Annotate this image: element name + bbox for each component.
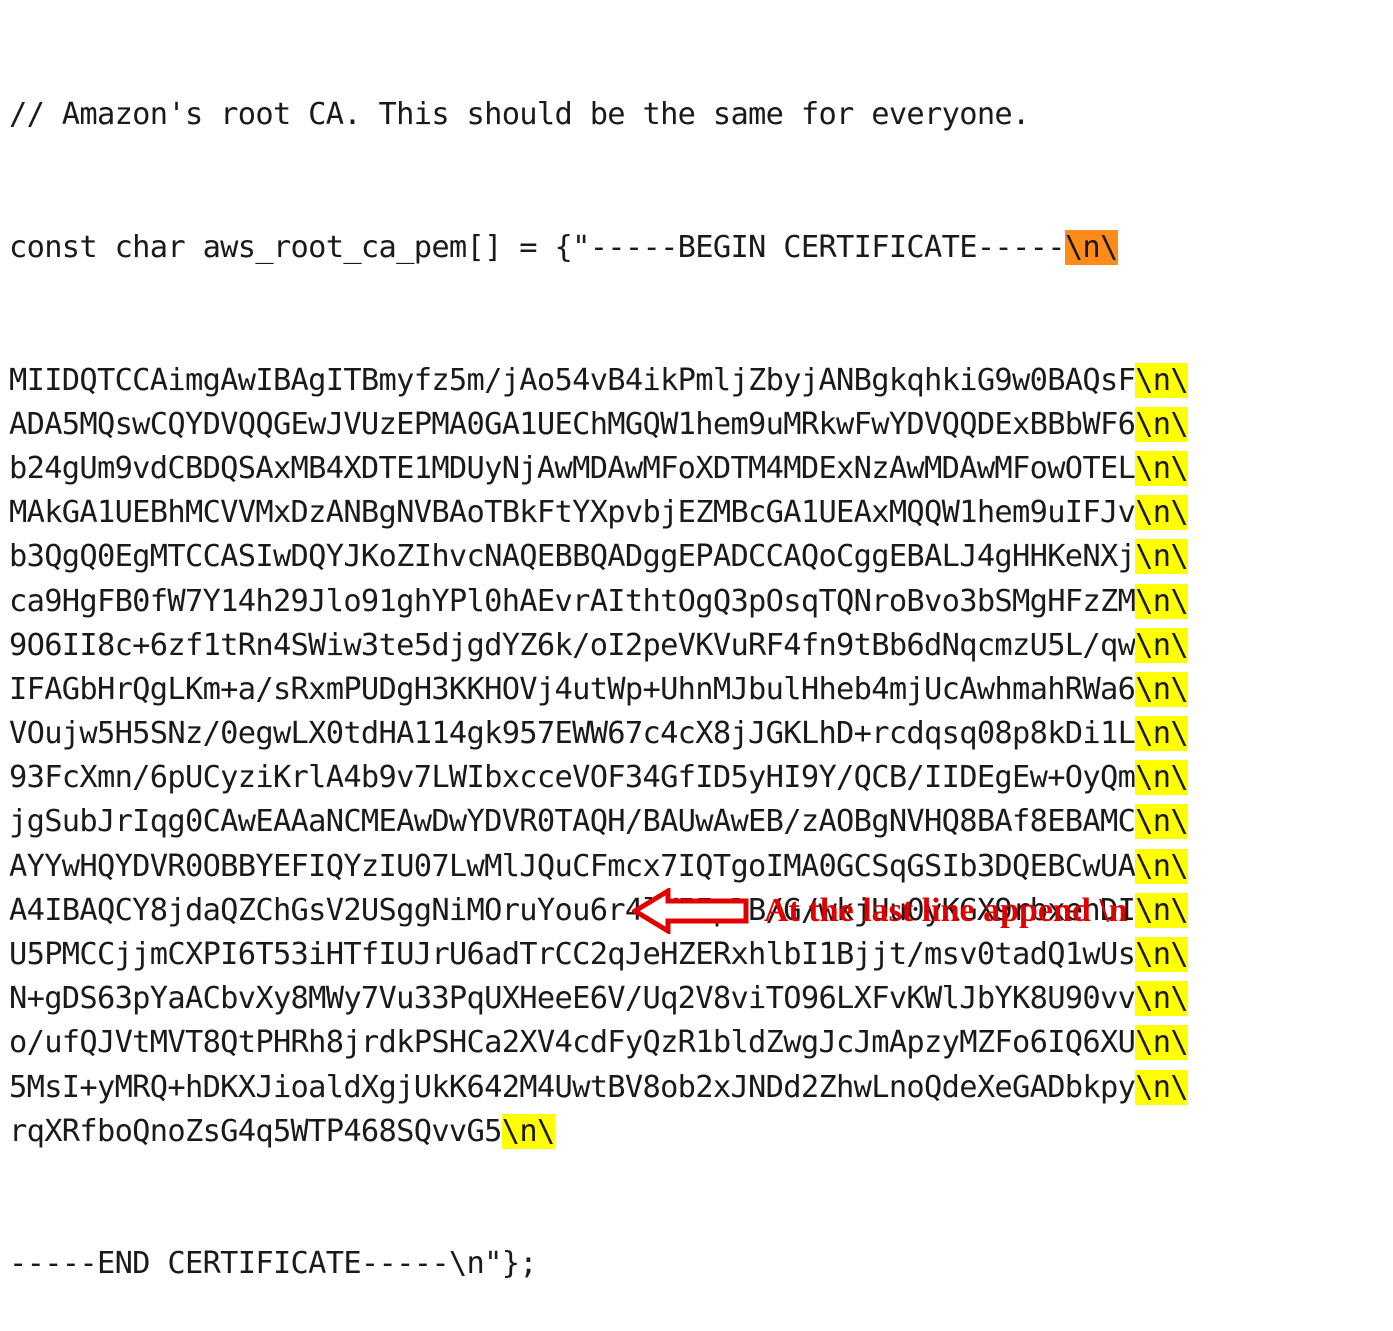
certificate-line-text: 93FcXmn/6pUCyziKrlA4b9v7LWIbxcceVOF34GfI…: [9, 760, 1136, 796]
newline-escape-highlight: \n\: [1135, 495, 1189, 531]
newline-escape-highlight: \n\: [1135, 760, 1189, 796]
certificate-line: N+gDS63pYaACbvXy8MWy7Vu33PqUXHeeE6V/Uq2V…: [9, 977, 1189, 1021]
certificate-line-text: b24gUm9vdCBDQSAxMB4XDTE1MDUyNjAwMDAwMFoX…: [9, 450, 1136, 486]
newline-escape-highlight: \n\: [1064, 230, 1118, 265]
newline-escape-highlight: \n\: [1135, 804, 1189, 840]
certificate-line: ca9HgFB0fW7Y14h29Jlo91ghYPl0hAEvrAIthtOg…: [9, 580, 1189, 624]
certificate-body: MIIDQTCCAimgAwIBAgITBmyfz5m/jAo54vB4ikPm…: [9, 359, 1189, 1154]
certificate-line: MIIDQTCCAimgAwIBAgITBmyfz5m/jAo54vB4ikPm…: [9, 359, 1189, 403]
certificate-line-text: 5MsI+yMRQ+hDKXJioaldXgjUkK642M4UwtBV8ob2…: [9, 1069, 1136, 1105]
certificate-line: IFAGbHrQgLKm+a/sRxmPUDgH3KKHOVj4utWp+Uhn…: [9, 668, 1189, 712]
certificate-line: AYYwHQYDVR0OBBYEFIQYzIU07LwMlJQuCFmcx7IQ…: [9, 845, 1189, 889]
newline-escape-highlight: \n\: [1135, 716, 1189, 752]
code-declaration: const char aws_root_ca_pem[] = {"-----BE…: [9, 230, 1066, 265]
certificate-line-text: b3QgQ0EgMTCCASIwDQYJKoZIhvcNAQEBBQADggEP…: [9, 539, 1136, 575]
certificate-line: rqXRfboQnoZsG4q5WTP468SQvvG5\n\: [9, 1110, 1188, 1154]
newline-escape-highlight: \n\: [1135, 539, 1189, 575]
certificate-line-text: rqXRfboQnoZsG4q5WTP468SQvvG5: [9, 1113, 502, 1149]
code-end-text: -----END CERTIFICATE-----\n"};: [9, 1246, 538, 1282]
certificate-line: jgSubJrIqg0CAwEAAaNCMEAwDwYDVR0TAQH/BAUw…: [9, 800, 1189, 844]
code-comment: // Amazon's root CA. This should be the …: [9, 97, 1030, 133]
code-comment-line: // Amazon's root CA. This should be the …: [9, 93, 1188, 137]
code-declaration-line: const char aws_root_ca_pem[] = {"-----BE…: [9, 226, 1188, 270]
certificate-line-text: MAkGA1UEBhMCVVMxDzANBgNVBAoTBkFtYXpvbjEZ…: [9, 495, 1136, 531]
certificate-line: o/ufQJVtMVT8QtPHRh8jrdkPSHCa2XV4cdFyQzR1…: [9, 1021, 1189, 1065]
certificate-line: 93FcXmn/6pUCyziKrlA4b9v7LWIbxcceVOF34GfI…: [9, 756, 1189, 800]
annotation-callout: At the last line append \n: [632, 887, 1128, 935]
certificate-line-text: MIIDQTCCAimgAwIBAgITBmyfz5m/jAo54vB4ikPm…: [9, 362, 1136, 398]
certificate-line: 5MsI+yMRQ+hDKXJioaldXgjUkK642M4UwtBV8ob2…: [9, 1066, 1189, 1110]
newline-escape-highlight: \n\: [1135, 406, 1189, 442]
certificate-line-text: AYYwHQYDVR0OBBYEFIQYzIU07LwMlJQuCFmcx7IQ…: [9, 848, 1136, 884]
newline-escape-highlight: \n\: [1135, 671, 1189, 707]
code-editor: // Amazon's root CA. This should be the …: [9, 5, 1189, 1331]
newline-escape-highlight: \n\: [1135, 627, 1189, 663]
certificate-line-text: U5PMCCjjmCXPI6T53iHTfIUJrU6adTrCC2qJeHZE…: [9, 937, 1136, 973]
certificate-line: U5PMCCjjmCXPI6T53iHTfIUJrU6adTrCC2qJeHZE…: [9, 933, 1189, 977]
certificate-line: 9O6II8c+6zf1tRn4SWiw3te5djgdYZ6k/oI2peVK…: [9, 624, 1189, 668]
newline-escape-highlight: \n\: [1135, 583, 1189, 619]
certificate-line: b24gUm9vdCBDQSAxMB4XDTE1MDUyNjAwMDAwMFoX…: [9, 447, 1189, 491]
certificate-line-text: ADA5MQswCQYDVQQGEwJVUzEPMA0GA1UEChMGQW1h…: [9, 406, 1136, 442]
certificate-line-text: jgSubJrIqg0CAwEAAaNCMEAwDwYDVR0TAQH/BAUw…: [9, 804, 1136, 840]
certificate-line-text: ca9HgFB0fW7Y14h29Jlo91ghYPl0hAEvrAIthtOg…: [9, 583, 1136, 619]
certificate-line: VOujw5H5SNz/0egwLX0tdHA114gk957EWW67c4cX…: [9, 712, 1189, 756]
certificate-line: ADA5MQswCQYDVQQGEwJVUzEPMA0GA1UEChMGQW1h…: [9, 403, 1189, 447]
newline-escape-highlight: \n\: [1135, 1069, 1189, 1105]
newline-escape-highlight: \n\: [1135, 981, 1189, 1017]
certificate-line: b3QgQ0EgMTCCASIwDQYJKoZIhvcNAQEBBQADggEP…: [9, 535, 1189, 579]
certificate-line-text: 9O6II8c+6zf1tRn4SWiw3te5djgdYZ6k/oI2peVK…: [9, 627, 1136, 663]
code-end-line: -----END CERTIFICATE-----\n"};: [9, 1242, 1188, 1286]
newline-escape-highlight: \n\: [1135, 937, 1189, 973]
certificate-line-text: VOujw5H5SNz/0egwLX0tdHA114gk957EWW67c4cX…: [9, 716, 1136, 752]
newline-escape-highlight: \n\: [1135, 1025, 1189, 1061]
newline-escape-highlight: \n\: [1135, 892, 1189, 928]
left-arrow-icon: [632, 888, 749, 934]
newline-escape-highlight: \n\: [1135, 450, 1189, 486]
certificate-line-text: IFAGbHrQgLKm+a/sRxmPUDgH3KKHOVj4utWp+Uhn…: [9, 671, 1136, 707]
annotation-text: At the last line append \n: [764, 892, 1128, 929]
newline-escape-highlight: \n\: [501, 1113, 555, 1149]
certificate-line-text: N+gDS63pYaACbvXy8MWy7Vu33PqUXHeeE6V/Uq2V…: [9, 981, 1136, 1017]
newline-escape-highlight: \n\: [1135, 848, 1189, 884]
newline-escape-highlight: \n\: [1135, 362, 1189, 398]
certificate-line-text: o/ufQJVtMVT8QtPHRh8jrdkPSHCa2XV4cdFyQzR1…: [9, 1025, 1136, 1061]
certificate-line: MAkGA1UEBhMCVVMxDzANBgNVBAoTBkFtYXpvbjEZ…: [9, 491, 1189, 535]
